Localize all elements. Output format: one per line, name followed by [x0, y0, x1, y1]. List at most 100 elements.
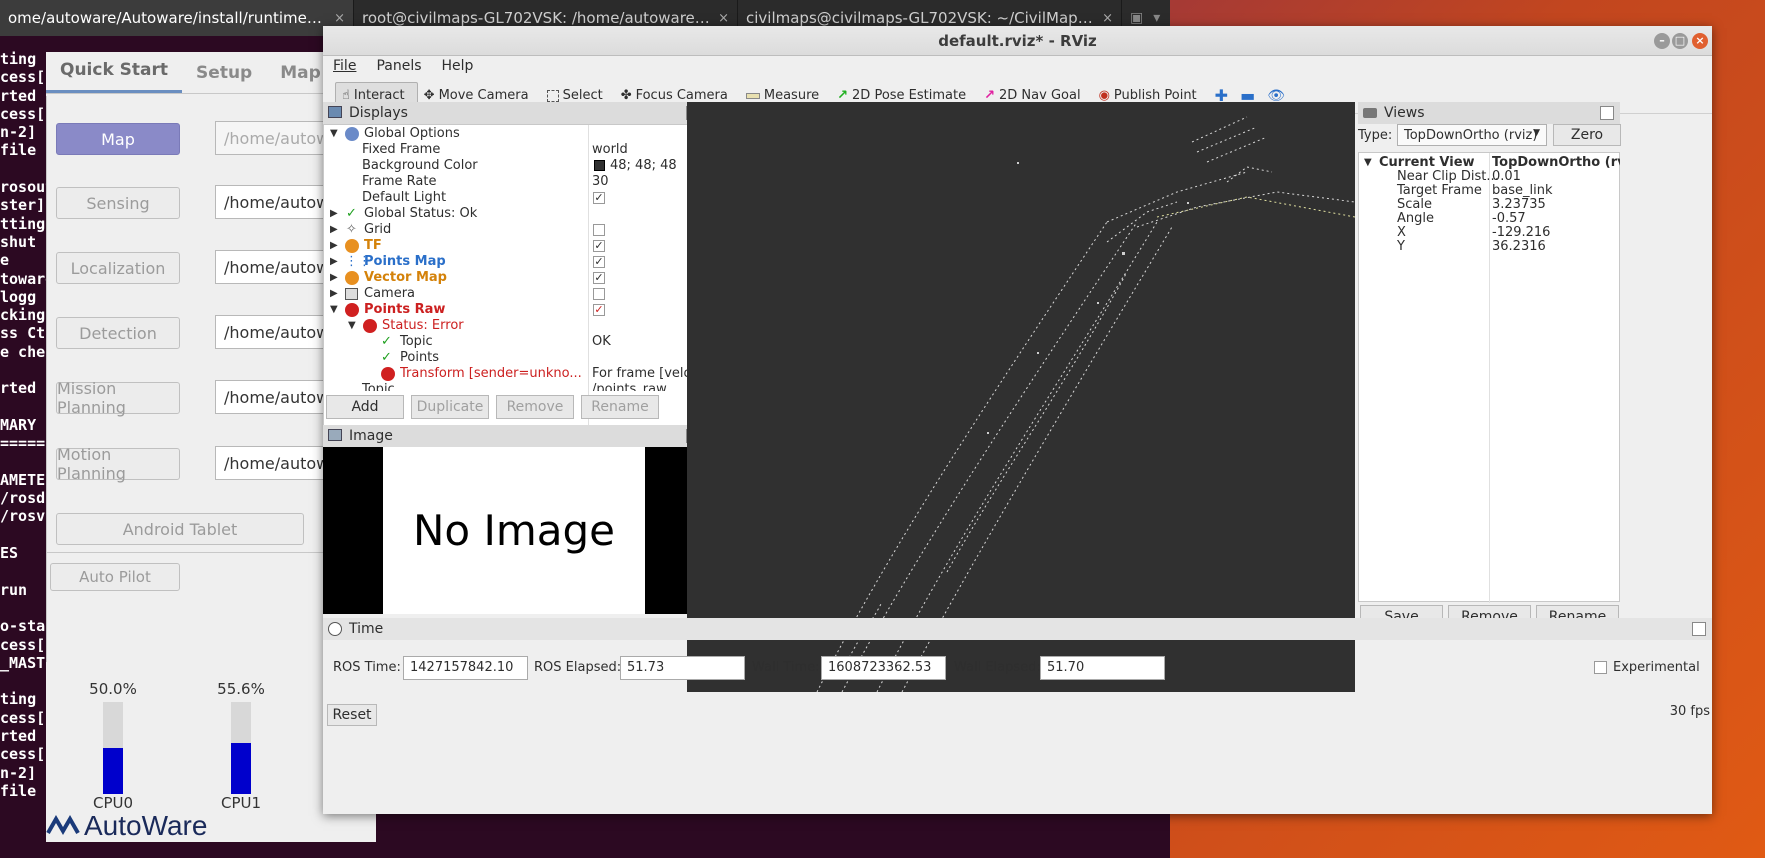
view-value[interactable]: base_link: [1492, 183, 1552, 198]
tool-label: 2D Nav Goal: [999, 88, 1081, 103]
sensing-button[interactable]: Sensing: [56, 187, 180, 219]
experimental-label: Experimental: [1613, 660, 1700, 675]
panel-close-icon[interactable]: [1692, 622, 1706, 636]
cpu1-fill: [231, 742, 251, 794]
reset-button[interactable]: Reset: [327, 704, 377, 726]
rviz-title-bar: default.rviz* - RViz – □ ×: [323, 26, 1712, 56]
view-prop-row[interactable]: Y 36.2316: [1359, 239, 1657, 254]
wall-elapsed-field[interactable]: 51.70: [1040, 656, 1165, 680]
checkbox[interactable]: [593, 224, 605, 236]
view-value[interactable]: 0.01: [1492, 169, 1521, 184]
ros-elapsed-label: ROS Elapsed:: [534, 660, 622, 675]
time-title: Time: [349, 621, 384, 637]
view-label: Scale: [1397, 197, 1432, 212]
view-type-select[interactable]: TopDownOrtho (rviz) ▼: [1397, 124, 1547, 146]
tree-value[interactable]: /points_raw: [592, 381, 684, 391]
minimize-icon[interactable]: –: [1654, 33, 1670, 49]
point-cloud-render: [816, 116, 1355, 692]
ros-time-label: ROS Time:: [333, 660, 401, 675]
expanded-arrow-icon[interactable]: ▼: [1364, 155, 1372, 170]
view-prop-row[interactable]: Scale 3.23735: [1359, 197, 1657, 212]
detection-button[interactable]: Detection: [56, 317, 180, 349]
android-tablet-button[interactable]: Android Tablet: [56, 513, 304, 545]
auto-pilot-button[interactable]: Auto Pilot: [50, 563, 180, 591]
checkbox[interactable]: ✓: [593, 272, 605, 284]
fps-label: 30 fps: [1669, 704, 1710, 719]
clock-icon: [328, 622, 342, 636]
close-icon[interactable]: ×: [334, 11, 345, 26]
chevron-down-icon[interactable]: ▾: [1153, 10, 1160, 26]
experimental-checkbox[interactable]: [1594, 661, 1607, 674]
view-label: Angle: [1397, 211, 1434, 226]
color-swatch[interactable]: [594, 160, 605, 171]
remove-display-button[interactable]: Remove: [496, 395, 574, 419]
focus-icon: ✤: [620, 88, 632, 103]
checkbox[interactable]: ✓: [593, 192, 605, 204]
image-header: Image: [323, 425, 706, 447]
autoware-logo: AutoWare: [46, 810, 207, 842]
tool-label: Focus Camera: [635, 88, 728, 103]
cpu1-percent: 55.6%: [217, 680, 265, 698]
3d-viewport[interactable]: [687, 102, 1355, 692]
view-prop-row[interactable]: Angle -0.57: [1359, 211, 1657, 226]
terminal-tab-title: ome/autoware/Autoware/install/runtime_ma…: [8, 9, 329, 27]
tree-row-topic2[interactable]: Topic /points_raw: [324, 381, 684, 391]
displays-title: Displays: [349, 105, 408, 121]
wall-time-label: Wall Time:: [752, 660, 820, 675]
view-value[interactable]: -0.57: [1492, 211, 1526, 226]
wall-time-field[interactable]: 1608723362.53: [821, 656, 946, 680]
map-button[interactable]: Map: [56, 123, 180, 155]
zero-button[interactable]: Zero: [1553, 124, 1621, 146]
autoware-logo-icon: [46, 815, 80, 835]
view-prop-row[interactable]: X -129.216: [1359, 225, 1657, 240]
new-tab-icon[interactable]: ▣: [1130, 10, 1143, 26]
close-icon[interactable]: ×: [718, 11, 729, 26]
ros-elapsed-field[interactable]: 51.73: [620, 656, 745, 680]
menu-file[interactable]: File: [323, 56, 366, 78]
tool-label: Select: [562, 88, 603, 103]
panel-close-icon[interactable]: [1600, 106, 1614, 120]
tool-label: Publish Point: [1113, 88, 1197, 103]
checkbox[interactable]: [593, 288, 605, 300]
menu-bar: File Panels Help: [323, 56, 1712, 78]
menu-help[interactable]: Help: [432, 56, 484, 78]
view-value[interactable]: 36.2316: [1492, 239, 1546, 254]
view-value[interactable]: 3.23735: [1492, 197, 1546, 212]
mission-planning-button[interactable]: Mission Planning: [56, 379, 180, 417]
terminal-tab-title: civilmaps@civilmaps-GL702VSK: ~/CivilMap…: [746, 9, 1097, 27]
rename-display-button[interactable]: Rename: [581, 395, 659, 419]
arrow-green-icon: ↗: [837, 88, 849, 103]
monitor-icon: [328, 106, 342, 118]
tree-label: Topic: [362, 382, 395, 391]
views-title: Views: [1384, 105, 1425, 121]
close-icon[interactable]: ×: [1102, 11, 1113, 26]
close-icon[interactable]: ×: [1692, 33, 1708, 49]
duplicate-button[interactable]: Duplicate: [411, 395, 489, 419]
tool-label: Interact: [353, 88, 405, 103]
cpu1-bar: [231, 702, 251, 794]
time-header: Time: [323, 618, 1712, 640]
cpu0-percent: 50.0%: [89, 680, 137, 698]
current-view-row[interactable]: ▼ Current View TopDownOrtho (rvi...: [1359, 155, 1657, 170]
views-tree: ▼ Current View TopDownOrtho (rvi... Near…: [1358, 152, 1620, 603]
menu-panels[interactable]: Panels: [366, 56, 431, 78]
view-prop-row[interactable]: Near Clip Dist... 0.01: [1359, 169, 1657, 184]
view-prop-row[interactable]: Target Frame base_link: [1359, 183, 1657, 198]
motion-planning-button[interactable]: Motion Planning: [56, 445, 180, 483]
view-value: TopDownOrtho (rvi...: [1492, 155, 1620, 170]
checkbox[interactable]: ✓: [593, 256, 605, 268]
tab-setup[interactable]: Setup: [182, 63, 266, 93]
checkbox[interactable]: ✓: [593, 304, 605, 316]
localization-button[interactable]: Localization: [56, 252, 180, 284]
view-value[interactable]: -129.216: [1492, 225, 1550, 240]
add-button[interactable]: Add: [326, 395, 404, 419]
maximize-icon[interactable]: □: [1672, 33, 1688, 49]
views-header: Views: [1358, 102, 1620, 124]
checkbox[interactable]: ✓: [593, 240, 605, 252]
ros-time-field[interactable]: 1427157842.10: [403, 656, 528, 680]
tab-quick-start[interactable]: Quick Start: [46, 60, 183, 93]
error-icon: [363, 319, 377, 333]
window-title: default.rviz* - RViz: [938, 32, 1097, 50]
terminal-tab-1[interactable]: ome/autoware/Autoware/install/runtime_ma…: [0, 0, 354, 36]
view-label: Y: [1397, 239, 1405, 254]
